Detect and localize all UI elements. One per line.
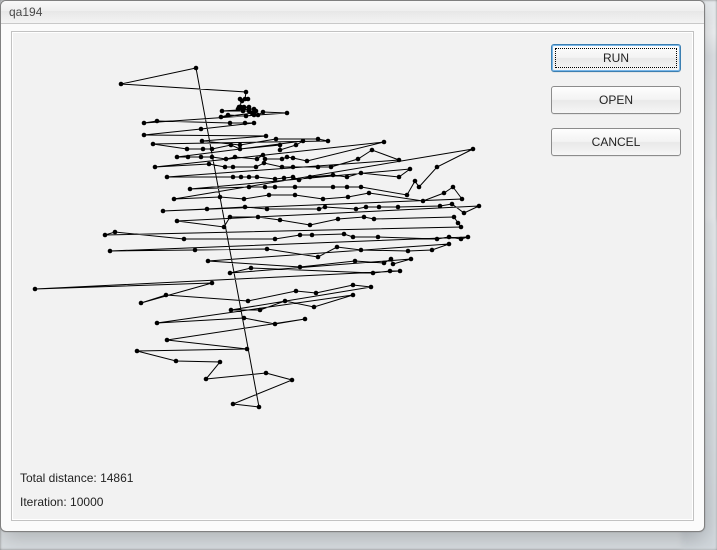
iteration-line: Iteration: 10000: [20, 492, 133, 512]
total-distance-label: Total distance:: [20, 471, 97, 485]
client-area: RUN OPEN CANCEL Total distance: 14861 It…: [11, 31, 694, 521]
app-window: qa194 RUN OPEN CANCEL Total distance: 14…: [0, 0, 705, 532]
cancel-button[interactable]: CANCEL: [551, 128, 681, 156]
open-button[interactable]: OPEN: [551, 86, 681, 114]
iteration-value: 10000: [70, 495, 103, 509]
window-titlebar[interactable]: qa194: [1, 1, 704, 24]
window-title: qa194: [9, 5, 42, 19]
run-button[interactable]: RUN: [551, 44, 681, 72]
total-distance-line: Total distance: 14861: [20, 468, 133, 488]
status-panel: Total distance: 14861 Iteration: 10000: [20, 464, 133, 512]
tsp-canvas: [12, 32, 542, 452]
tsp-tour-path: [35, 68, 479, 407]
iteration-label: Iteration:: [20, 495, 67, 509]
button-panel: RUN OPEN CANCEL: [551, 44, 681, 170]
tsp-svg: [12, 32, 542, 452]
tsp-nodes: [33, 66, 482, 410]
total-distance-value: 14861: [100, 471, 133, 485]
